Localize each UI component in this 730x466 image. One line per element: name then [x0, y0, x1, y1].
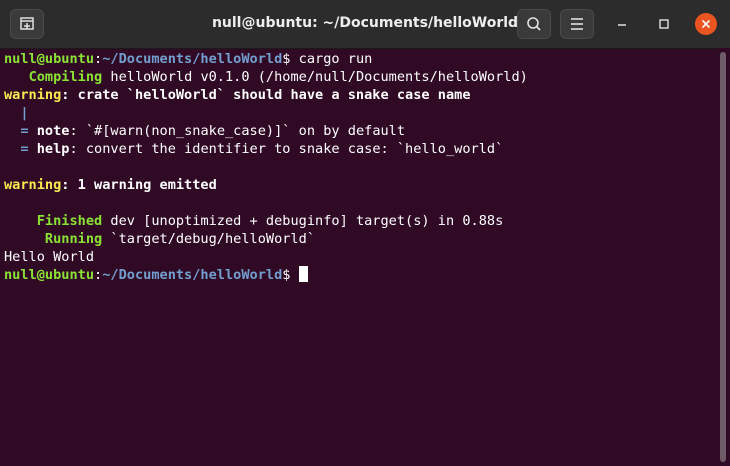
program-output-line: Hello World	[4, 248, 718, 266]
pipe-line: |	[4, 104, 718, 122]
prompt-dollar: $	[282, 51, 299, 67]
finished-label: Finished	[36, 213, 103, 229]
scrollbar-thumb[interactable]	[720, 52, 726, 462]
minimize-button[interactable]	[611, 13, 633, 35]
warning-summary-text: : 1 warning emitted	[61, 177, 217, 193]
prompt-colon: :	[94, 51, 103, 67]
note-line: = note: `#[warn(non_snake_case)]` on by …	[4, 122, 718, 140]
help-label: help	[36, 141, 70, 157]
compiling-text: helloWorld v0.1.0 (/home/null/Documents/…	[102, 69, 528, 85]
maximize-icon	[659, 19, 669, 29]
prompt-line: null@ubuntu:~/Documents/helloWorld$ carg…	[4, 50, 718, 68]
running-text: `target/debug/helloWorld`	[102, 231, 316, 247]
note-label: note	[36, 123, 70, 139]
title-bar[interactable]: null@ubuntu: ~/Documents/helloWorld	[0, 0, 730, 49]
minimize-icon	[618, 24, 626, 26]
prompt-user: null@ubuntu	[4, 267, 95, 283]
hamburger-menu-icon	[571, 18, 583, 30]
prompt-dollar: $	[282, 267, 299, 283]
note-text: : `#[warn(non_snake_case)]` on by defaul…	[69, 123, 406, 139]
note-eq: =	[20, 123, 29, 139]
text-cursor	[298, 266, 308, 282]
search-button[interactable]	[517, 9, 551, 39]
help-eq: =	[20, 141, 29, 157]
running-line: Running `target/debug/helloWorld`	[4, 230, 718, 248]
close-button[interactable]	[695, 13, 717, 35]
warning-summary-line: warning: 1 warning emitted	[4, 176, 718, 194]
maximize-button[interactable]	[653, 13, 675, 35]
program-output: Hello World	[4, 249, 95, 265]
prompt-path: ~/Documents/helloWorld	[102, 51, 283, 67]
warning-label: warning	[4, 87, 62, 103]
warning-text: : crate `helloWorld` should have a snake…	[61, 87, 471, 103]
search-icon	[527, 17, 541, 31]
terminal-window: null@ubuntu: ~/Documents/helloWorld null…	[0, 0, 730, 466]
command-text: cargo run	[298, 51, 373, 67]
prompt-path: ~/Documents/helloWorld	[102, 267, 283, 283]
help-line: = help: convert the identifier to snake …	[4, 140, 718, 158]
warning-line: warning: crate `helloWorld` should have …	[4, 86, 718, 104]
compiling-line: Compiling helloWorld v0.1.0 (/home/null/…	[4, 68, 718, 86]
running-label: Running	[44, 231, 103, 247]
help-text: : convert the identifier to snake case: …	[69, 141, 504, 157]
scrollbar[interactable]	[718, 48, 730, 466]
warning-summary-label: warning	[4, 177, 62, 193]
pipe-char: |	[20, 105, 29, 121]
prompt-colon: :	[94, 267, 103, 283]
prompt-line: null@ubuntu:~/Documents/helloWorld$	[4, 266, 718, 284]
prompt-user: null@ubuntu	[4, 51, 95, 67]
terminal-output[interactable]: null@ubuntu:~/Documents/helloWorld$ carg…	[0, 48, 718, 466]
finished-line: Finished dev [unoptimized + debuginfo] t…	[4, 212, 718, 230]
menu-button[interactable]	[560, 9, 594, 39]
compiling-label: Compiling	[28, 69, 103, 85]
close-icon	[701, 19, 711, 29]
finished-text: dev [unoptimized + debuginfo] target(s) …	[102, 213, 504, 229]
